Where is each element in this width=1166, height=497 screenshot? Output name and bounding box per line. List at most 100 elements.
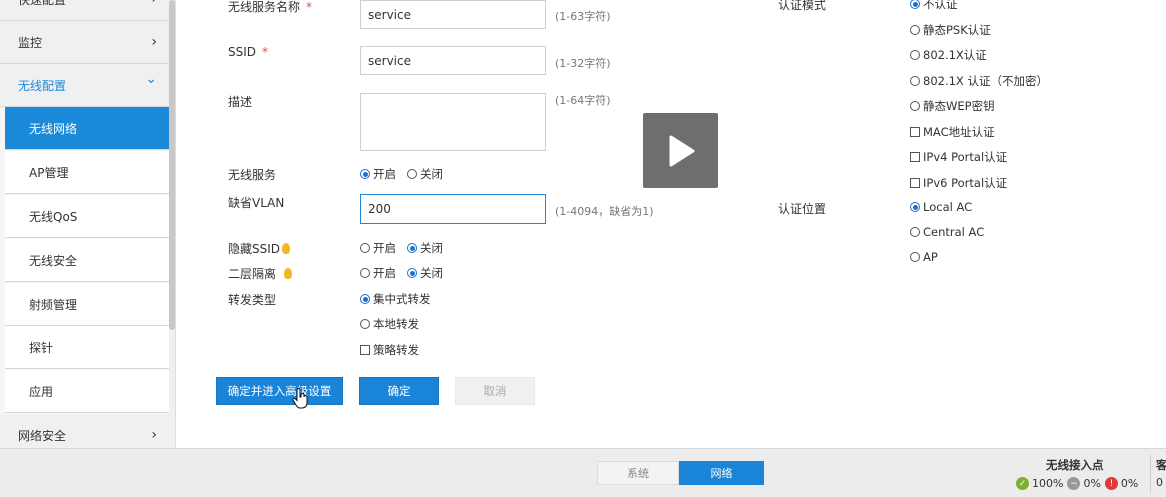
sidebar-item-label: 应用 <box>29 384 54 399</box>
sidebar-item-label: 快速配置 <box>18 0 66 8</box>
sidebar-item-label: 网络安全 <box>18 428 67 443</box>
lightbulb-icon[interactable] <box>284 268 292 279</box>
description-textarea[interactable] <box>360 93 546 151</box>
radio-icon <box>910 50 920 60</box>
sidebar-item[interactable]: 无线QoS <box>5 195 169 238</box>
auth-mode-radio[interactable]: 不认证 <box>910 0 958 12</box>
auth-mode-radio[interactable]: 802.1X 认证（不加密） <box>910 73 1048 89</box>
auth-location-radio[interactable]: Central AC <box>910 225 984 239</box>
client-status-value: 0 <box>1156 476 1163 489</box>
sidebar-item-label: 监控 <box>18 35 43 50</box>
confirm-button[interactable]: 确定 <box>359 377 439 405</box>
minus-circle-icon: − <box>1067 477 1081 490</box>
chevron-right-icon: › <box>151 0 157 7</box>
confirm-advanced-button[interactable]: 确定并进入高级设置 <box>216 377 343 405</box>
default-vlan-hint: (1-4094，缺省为1) <box>555 205 654 218</box>
service-name-label: 无线服务名称 * <box>228 0 313 14</box>
sidebar-menu: 快速配置 › 监控 › 无线配置 ⌄ 无线网络 AP管理无线QoS 无线安全射频管理探针应用网络… <box>0 0 169 457</box>
stat-fault: 0% <box>1120 477 1139 490</box>
sidebar-item[interactable]: 探针 <box>5 326 169 369</box>
cancel-button[interactable]: 取消 <box>455 377 535 405</box>
sidebar-item[interactable]: 无线配置 ⌄ <box>0 64 169 107</box>
client-status-title: 客 <box>1156 458 1166 472</box>
hide-ssid-off-radio[interactable]: 关闭 <box>407 240 443 256</box>
ssid-label: SSID * <box>228 45 269 59</box>
radio-icon <box>360 268 370 278</box>
service-name-hint: (1-63字符) <box>555 10 611 23</box>
radio-icon <box>360 319 370 329</box>
description-hint: (1-64字符) <box>555 94 611 107</box>
sidebar-scrollbar[interactable] <box>169 0 175 448</box>
auth-mode-radio[interactable]: 静态WEP密钥 <box>910 98 995 114</box>
wireless-service-label: 无线服务 <box>228 168 277 182</box>
play-icon <box>669 135 694 166</box>
radio-icon <box>360 243 370 253</box>
checkbox-icon <box>360 345 370 355</box>
chevron-down-icon: ⌄ <box>145 71 157 87</box>
sidebar-item-label: AP管理 <box>29 165 69 180</box>
radio-selected-icon <box>910 0 920 9</box>
auth-location-label: 认证位置 <box>778 202 827 216</box>
forwarding-centralized-radio[interactable]: 集中式转发 <box>360 291 431 307</box>
radio-selected-icon <box>360 294 370 304</box>
layer2-isolation-label: 二层隔离 <box>228 267 277 281</box>
forwarding-type-label: 转发类型 <box>228 293 277 307</box>
tab-system[interactable]: 系统 <box>597 461 679 485</box>
radio-icon <box>407 169 417 179</box>
layer2-isolation-off-radio[interactable]: 关闭 <box>407 265 443 281</box>
checkbox-icon <box>910 152 920 162</box>
auth-mode-checkbox[interactable]: IPv6 Portal认证 <box>910 175 1007 191</box>
auth-location-radio[interactable]: AP <box>910 250 938 264</box>
sidebar-item-label: 射频管理 <box>29 297 78 312</box>
radio-icon <box>910 25 920 35</box>
sidebar-item-label: 无线QoS <box>29 209 78 224</box>
sidebar-item[interactable]: 应用 <box>5 370 169 413</box>
stat-online: 100% <box>1032 477 1064 490</box>
layer2-isolation-on-radio[interactable]: 开启 <box>360 265 396 281</box>
wireless-service-on-radio[interactable]: 开启 <box>360 166 396 182</box>
stat-offline: 0% <box>1083 477 1101 490</box>
tab-network[interactable]: 网络 <box>679 461 764 485</box>
auth-mode-checkbox[interactable]: IPv4 Portal认证 <box>910 149 1007 165</box>
ssid-input[interactable] <box>360 46 546 75</box>
ap-status-stats: ✓ 100% −0% ! 0% <box>1016 477 1138 490</box>
description-label: 描述 <box>228 95 253 109</box>
default-vlan-label: 缺省VLAN <box>228 196 285 210</box>
sidebar-item[interactable]: 无线网络 <box>5 107 169 150</box>
lightbulb-icon[interactable] <box>282 243 290 254</box>
checkbox-icon <box>910 127 920 137</box>
ssid-hint: (1-32字符) <box>555 57 611 70</box>
auth-mode-label: 认证模式 <box>778 0 827 12</box>
radio-icon <box>910 252 920 262</box>
radio-icon <box>910 76 920 86</box>
sidebar-item[interactable]: 监控 › <box>0 21 169 64</box>
ap-status-title: 无线接入点 <box>1046 458 1104 472</box>
policy-forwarding-checkbox[interactable]: 策略转发 <box>360 342 419 358</box>
sidebar-item[interactable]: 射频管理 <box>5 283 169 326</box>
wireless-service-off-radio[interactable]: 关闭 <box>407 166 443 182</box>
radio-selected-icon <box>407 268 417 278</box>
auth-mode-radio[interactable]: 802.1X认证 <box>910 47 987 63</box>
sidebar: 快速配置 › 监控 › 无线配置 ⌄ 无线网络 AP管理无线QoS 无线安全射频管理探针应用网络… <box>0 0 176 457</box>
video-play-button[interactable] <box>643 113 718 188</box>
auth-mode-checkbox[interactable]: MAC地址认证 <box>910 124 995 140</box>
hide-ssid-on-radio[interactable]: 开启 <box>360 240 396 256</box>
sidebar-item[interactable]: 快速配置 › <box>0 0 169 21</box>
default-vlan-input[interactable] <box>360 194 546 224</box>
radio-icon <box>910 227 920 237</box>
service-name-input[interactable] <box>360 0 546 29</box>
check-circle-icon: ✓ <box>1016 477 1029 490</box>
alert-circle-icon: ! <box>1104 477 1118 490</box>
sidebar-item-label: 无线安全 <box>29 253 78 268</box>
radio-selected-icon <box>407 243 417 253</box>
auth-mode-radio[interactable]: 静态PSK认证 <box>910 22 991 38</box>
scrollbar-thumb[interactable] <box>169 0 175 330</box>
divider <box>1150 455 1151 493</box>
checkbox-icon <box>910 178 920 188</box>
main-content: 无线服务名称* (1-63字符) SSID* (1-32字符) 描述 (1-64… <box>176 0 1166 448</box>
auth-location-radio[interactable]: Local AC <box>910 200 972 214</box>
forwarding-local-radio[interactable]: 本地转发 <box>360 316 419 332</box>
chevron-right-icon: › <box>151 427 157 443</box>
sidebar-item[interactable]: 无线安全 <box>5 239 169 282</box>
sidebar-item[interactable]: AP管理 <box>5 151 169 194</box>
